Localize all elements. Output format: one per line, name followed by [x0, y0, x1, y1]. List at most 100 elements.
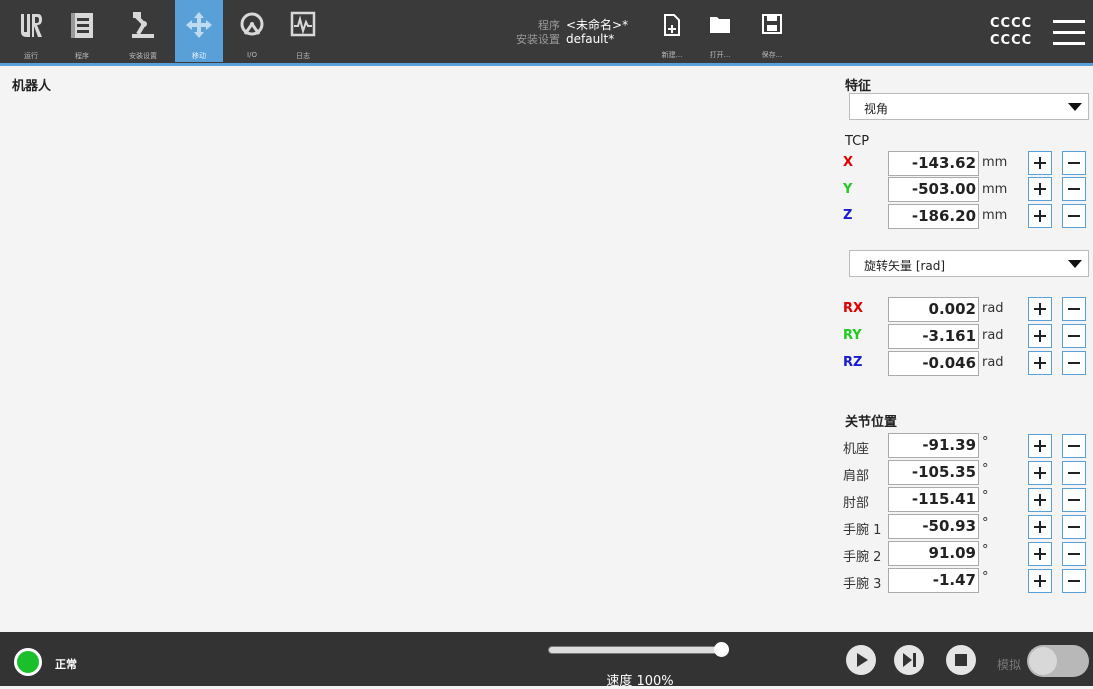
tab-move[interactable]: 移动 — [175, 0, 223, 62]
joint-wrist2-minus-button[interactable] — [1062, 542, 1086, 566]
simulation-toggle[interactable] — [1027, 645, 1089, 677]
hamburger-menu-button[interactable] — [1053, 20, 1085, 46]
tcp-rz-label: RZ — [843, 355, 863, 370]
robot-arm-icon — [132, 12, 154, 38]
tcp-rx-label: RX — [843, 301, 864, 316]
installation-info: 安装设置 default* — [508, 31, 614, 47]
tcp-rx-value[interactable]: 0.002 — [888, 297, 979, 322]
joint-elbow-plus-button[interactable] — [1028, 488, 1052, 512]
tab-installation[interactable]: 安装设置 — [119, 4, 167, 62]
move-arrows-icon — [186, 12, 212, 38]
joint-elbow-minus-button[interactable] — [1062, 488, 1086, 512]
joint-base-plus-button[interactable] — [1028, 434, 1052, 458]
chevron-down-icon — [1068, 260, 1082, 268]
tcp-x-plus-button[interactable] — [1028, 151, 1052, 175]
tcp-ry-unit: rad — [982, 328, 1004, 343]
tcp-y-minus-button[interactable] — [1062, 177, 1086, 201]
step-button[interactable] — [894, 645, 924, 675]
speed-slider[interactable] — [548, 646, 724, 654]
stop-button[interactable] — [946, 645, 976, 675]
joint-elbow-label: 肘部 — [843, 496, 870, 511]
tab-io[interactable]: I/O — [228, 4, 276, 62]
tcp-rz-plus-button[interactable] — [1028, 351, 1052, 375]
joint-positions-heading: 关节位置 — [845, 415, 898, 430]
feature-dropdown[interactable]: 视角 — [849, 93, 1089, 120]
tcp-ry-minus-button[interactable] — [1062, 324, 1086, 348]
joint-wrist1-value[interactable]: -50.93 — [888, 514, 979, 539]
joint-wrist3-value[interactable]: -1.47 — [888, 568, 979, 593]
joint-base-minus-button[interactable] — [1062, 434, 1086, 458]
tcp-rz-value[interactable]: -0.046 — [888, 351, 979, 376]
user-line-1: CCCC — [990, 16, 1033, 31]
ur-logo-icon — [21, 14, 42, 37]
tcp-rz-minus-button[interactable] — [1062, 351, 1086, 375]
open-file-label: 打开... — [709, 51, 731, 59]
tab-program[interactable]: 程序 — [58, 4, 106, 62]
simulation-label: 模拟 — [997, 658, 1022, 672]
new-file-label: 新建... — [661, 51, 683, 59]
joint-base-value[interactable]: -91.39 — [888, 433, 979, 458]
speed-slider-handle[interactable] — [714, 642, 729, 657]
joint-shoulder-label: 肩部 — [843, 469, 870, 484]
tab-run[interactable]: 运行 — [7, 4, 55, 62]
tcp-x-unit: mm — [982, 155, 1008, 170]
tcp-ry-value[interactable]: -3.161 — [888, 324, 979, 349]
tcp-x-label: X — [843, 155, 854, 170]
joint-wrist3-label: 手腕 3 — [843, 577, 882, 592]
joint-wrist1-label: 手腕 1 — [843, 523, 882, 538]
stop-icon — [955, 654, 967, 666]
save-file-button[interactable]: 保存... — [752, 6, 792, 62]
play-icon — [857, 653, 868, 667]
joint-wrist1-plus-button[interactable] — [1028, 515, 1052, 539]
user-line-2: CCCC — [990, 33, 1033, 48]
tab-log[interactable]: 日志 — [279, 4, 327, 62]
tcp-z-value[interactable]: -186.20 — [888, 204, 979, 229]
joint-base-label: 机座 — [843, 442, 870, 457]
folder-icon — [710, 17, 730, 33]
tcp-y-plus-button[interactable] — [1028, 177, 1052, 201]
joint-wrist2-plus-button[interactable] — [1028, 542, 1052, 566]
tcp-ry-plus-button[interactable] — [1028, 324, 1052, 348]
joint-base-unit: ° — [982, 435, 989, 450]
open-file-button[interactable]: 打开... — [700, 6, 740, 62]
rotation-dropdown[interactable]: 旋转矢量 [rad] — [849, 250, 1089, 277]
tcp-rx-minus-button[interactable] — [1062, 297, 1086, 321]
tcp-z-unit: mm — [982, 208, 1008, 223]
step-icon — [903, 653, 916, 667]
joint-shoulder-plus-button[interactable] — [1028, 461, 1052, 485]
tcp-rx-plus-button[interactable] — [1028, 297, 1052, 321]
joint-wrist2-unit: ° — [982, 543, 989, 558]
tcp-x-minus-button[interactable] — [1062, 151, 1086, 175]
joint-shoulder-value[interactable]: -105.35 — [888, 460, 979, 485]
joint-shoulder-minus-button[interactable] — [1062, 461, 1086, 485]
tcp-z-minus-button[interactable] — [1062, 204, 1086, 228]
joint-wrist3-unit: ° — [982, 570, 989, 585]
installation-name: default* — [566, 32, 615, 46]
save-icon — [762, 14, 782, 34]
tcp-z-label: Z — [843, 208, 853, 223]
joint-wrist2-value[interactable]: 91.09 — [888, 541, 979, 566]
tcp-z-plus-button[interactable] — [1028, 204, 1052, 228]
tab-io-label: I/O — [247, 51, 257, 59]
tcp-rx-unit: rad — [982, 301, 1004, 316]
installation-key: 安装设置 — [516, 33, 560, 46]
toolbar-accent-line — [0, 63, 1093, 66]
joint-wrist3-minus-button[interactable] — [1062, 569, 1086, 593]
tcp-y-label: Y — [843, 182, 853, 197]
joint-elbow-value[interactable]: -115.41 — [888, 487, 979, 512]
status-indicator-icon[interactable] — [14, 648, 42, 676]
save-file-label: 保存... — [761, 51, 783, 59]
joint-wrist3-plus-button[interactable] — [1028, 569, 1052, 593]
new-file-button[interactable]: 新建... — [652, 6, 692, 62]
rotation-dropdown-value: 旋转矢量 [rad] — [864, 259, 946, 273]
tcp-x-value[interactable]: -143.62 — [888, 151, 979, 176]
joint-wrist1-minus-button[interactable] — [1062, 515, 1086, 539]
new-file-icon — [664, 14, 680, 36]
robot-panel-title: 机器人 — [12, 79, 52, 94]
play-button[interactable] — [846, 645, 876, 675]
tcp-y-value[interactable]: -503.00 — [888, 177, 979, 202]
user-info: CCCC CCCC — [990, 15, 1032, 49]
program-icon — [71, 13, 93, 38]
log-waveform-icon — [290, 11, 316, 37]
feature-dropdown-value: 视角 — [864, 102, 889, 116]
